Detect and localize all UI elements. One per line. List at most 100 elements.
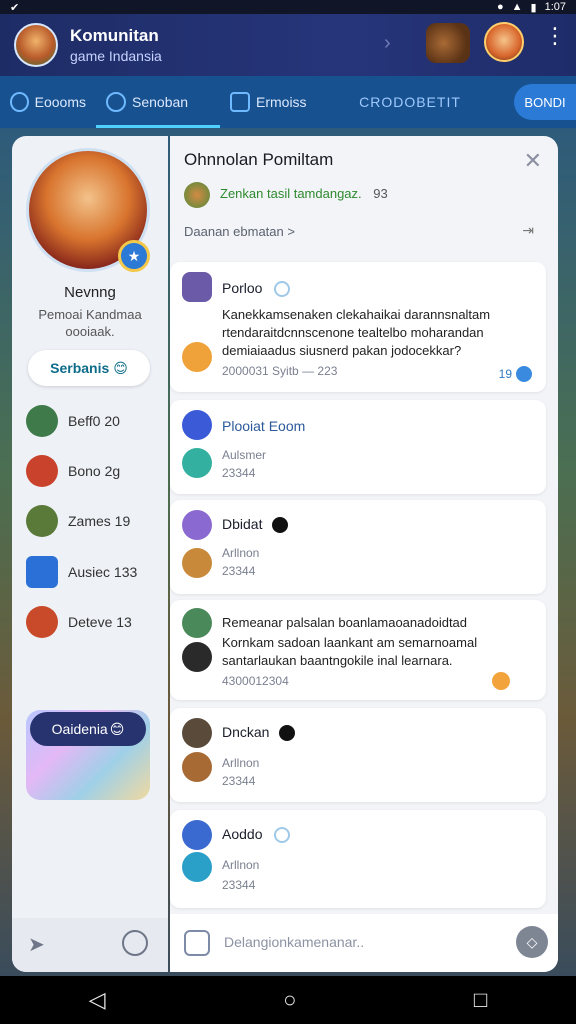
attachment-icon[interactable] (184, 930, 210, 956)
level-badge-icon: ★ (118, 240, 150, 272)
message-input[interactable]: Delangionkamenanar.. (224, 934, 364, 950)
game-avatar-icon (26, 405, 58, 437)
send-icon[interactable]: ➤ (28, 932, 45, 957)
verified-icon (272, 517, 289, 534)
sidebar-item-3[interactable]: Zames 19 (26, 504, 130, 538)
post-title: Dbidat (222, 516, 289, 534)
send-button-icon[interactable]: ◇ (516, 926, 548, 958)
profile-action-label: Serbanis (50, 360, 110, 376)
game-avatar-icon (26, 606, 58, 638)
user-avatar[interactable] (484, 22, 524, 62)
post-secondary-avatar (182, 448, 212, 478)
post-avatar (182, 272, 212, 302)
tab-ermoiss[interactable]: Ermoiss (220, 76, 340, 128)
post-title: Remeanar palsalan boanlamaoanadoidtad (222, 615, 468, 630)
panel-header: Ohnnolan Pomiltam ✕ Zenkan tasil tamdang… (170, 136, 558, 256)
tab-eoooms-icon (10, 92, 29, 112)
promo-card[interactable]: Oaidenia 😊 (26, 710, 150, 800)
signal-icon: ▲ (511, 1, 523, 13)
system-nav-bar: ◁ ○ □ (0, 976, 576, 1024)
post-secondary-avatar (182, 852, 212, 882)
post-secondary-avatar (182, 752, 212, 782)
more-menu-icon[interactable]: ⋮ (544, 25, 566, 47)
reaction-emoji-icon[interactable] (492, 672, 510, 690)
tab-crodobetit[interactable]: CRODOBETIT (340, 76, 480, 128)
post-title-text: Aoddo (222, 826, 263, 842)
sidebar-item-label: Bono 2g (68, 463, 121, 479)
sidebar-item-5[interactable]: Deteve 13 (26, 605, 132, 639)
tab-label: Senoban (132, 94, 189, 110)
post-title: Porloo (222, 280, 291, 298)
header-title-block: Komunitan game Indansia (70, 26, 162, 64)
profile-name: Nevnng (64, 284, 116, 301)
sidebar-item-label: Zames 19 (68, 513, 131, 529)
post-meta: 23344 (222, 774, 256, 788)
post-avatar (182, 820, 212, 850)
community-avatar[interactable] (14, 23, 58, 67)
recents-icon[interactable]: □ (474, 987, 487, 1013)
panel-info-text: Zenkan tasil tamdangaz. (220, 186, 362, 201)
pet-icon[interactable] (426, 23, 470, 63)
verified-icon (279, 725, 296, 742)
post-card[interactable]: Porloo Kanekkamsenaken clekahaikai daran… (170, 262, 546, 392)
sidebar-item-label: Ausiec 133 (68, 564, 138, 580)
smile-emoji-icon: 😊 (113, 359, 128, 376)
post-card[interactable]: Remeanar palsalan boanlamaoanadoidtad Ko… (170, 600, 546, 700)
tab-ermoiss-icon (230, 92, 250, 112)
game-avatar-icon (26, 455, 58, 487)
close-icon[interactable]: ✕ (524, 148, 542, 174)
reaction-count: 19 (498, 367, 512, 381)
post-secondary-avatar (182, 342, 212, 372)
status-bar: ✔ ● ▲ ▮ 1:07 (0, 0, 576, 14)
post-card[interactable]: Plooiat Eoom Aulsmer 23344 (170, 400, 546, 494)
verified-icon (274, 281, 291, 298)
back-icon[interactable]: ◁ (89, 987, 106, 1013)
post-meta: 23344 (222, 466, 256, 480)
tab-bondi-button[interactable]: BONDI (514, 84, 576, 120)
promo-label-text: Oaidenia (51, 721, 108, 737)
post-card[interactable]: Dnckan Arllnon 23344 (170, 708, 546, 802)
post-avatar (182, 608, 212, 638)
chevron-right-icon[interactable]: › (384, 32, 391, 55)
status-time: 1:07 (544, 1, 566, 13)
tab-eoooms[interactable]: Eoooms (0, 76, 96, 128)
emoji-icon[interactable] (122, 930, 148, 956)
sidebar-item-4[interactable]: Ausiec 133 (26, 555, 137, 589)
profile-action-button[interactable]: Serbanis 😊 (28, 350, 150, 386)
post-title: Dnckan (222, 724, 296, 742)
post-avatar (182, 718, 212, 748)
reaction-badge[interactable]: 19 (499, 366, 532, 382)
post-meta-top: Aulsmer (222, 448, 267, 462)
post-secondary-avatar (182, 548, 212, 578)
post-title-text: Dbidat (222, 516, 263, 532)
mini-avatar (184, 182, 210, 208)
tab-senoban[interactable]: Senoban (96, 76, 220, 128)
post-title: Plooiat Eoom (222, 418, 306, 434)
sidebar-item-label: Deteve 13 (68, 614, 132, 630)
post-meta-top: Arllnon (222, 756, 260, 770)
smile-emoji-icon: 😊 (109, 720, 125, 737)
tab-label: CRODOBETIT (359, 94, 461, 110)
sidebar-item-2[interactable]: Bono 2g (26, 454, 120, 488)
game-avatar-icon (26, 505, 58, 537)
post-meta: 4300012304 (222, 674, 289, 688)
post-card[interactable]: Dbidat Arllnon 23344 (170, 500, 546, 594)
sidebar-item-1[interactable]: Beff0 20 (26, 404, 120, 438)
tab-senoban-icon (106, 92, 126, 112)
post-meta: 23344 (222, 564, 256, 578)
tab-label: Eoooms (34, 94, 86, 110)
collapse-arrow-icon[interactable]: ⇥ (522, 222, 534, 239)
check-icon: ✔ (10, 1, 20, 14)
profile-subtitle: Pemoai Kandmaa oooiaak. (38, 307, 142, 339)
home-icon[interactable]: ○ (283, 987, 296, 1013)
discussion-panel: Ohnnolan Pomiltam ✕ Zenkan tasil tamdang… (170, 136, 558, 972)
header-subtitle: game Indansia (70, 48, 162, 64)
post-meta-top: Arllnon (222, 546, 260, 560)
app-header: Komunitan game Indansia › ⋮ (0, 14, 576, 76)
post-avatar (182, 510, 212, 540)
promo-label: Oaidenia 😊 (30, 712, 146, 746)
post-card[interactable]: Aoddo Arllnon 23344 (170, 810, 546, 908)
notification-icon: ● (496, 1, 504, 13)
panel-subtitle-link[interactable]: Daanan ebmatan > (184, 224, 295, 239)
game-avatar-icon (26, 556, 58, 588)
